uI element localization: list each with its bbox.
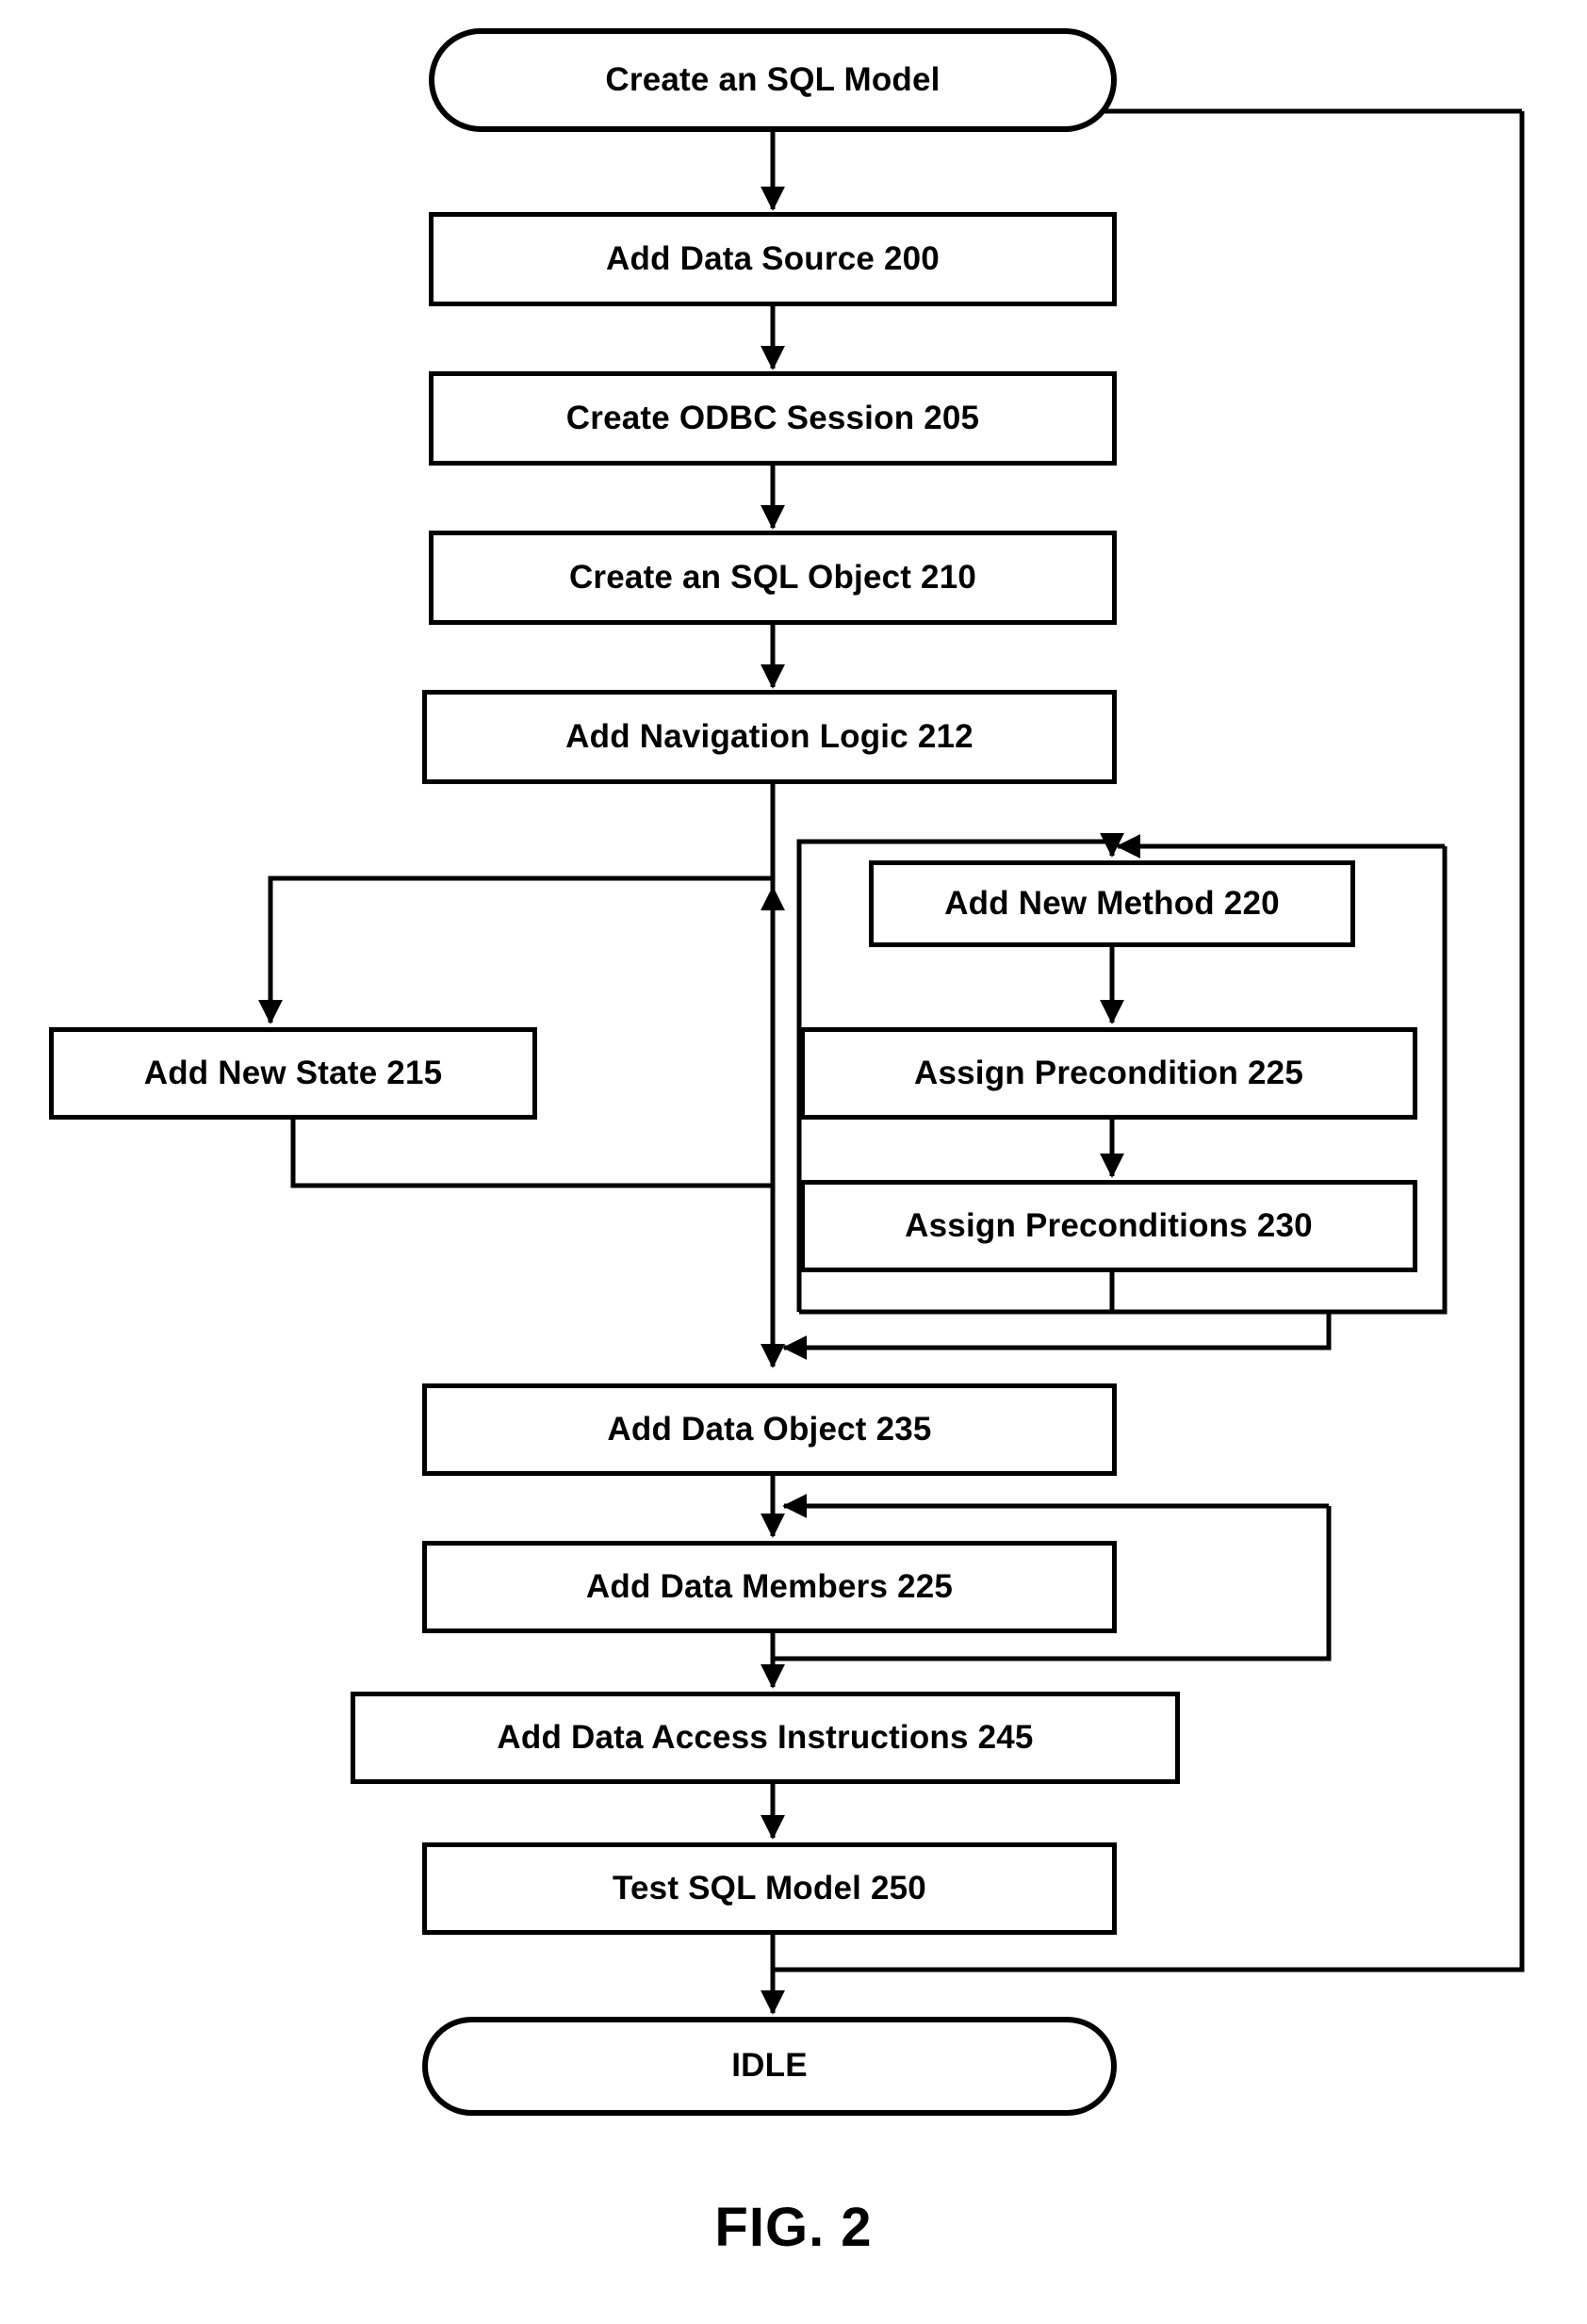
node-label: Add New State 215	[143, 1054, 443, 1091]
node-label: Assign Preconditions 230	[905, 1206, 1313, 1244]
node-idle: IDLE	[422, 2017, 1117, 2116]
node-add-data-source-200: Add Data Source 200	[429, 212, 1117, 306]
node-label: Test SQL Model 250	[613, 1869, 926, 1907]
node-add-data-access-instructions-245: Add Data Access Instructions 245	[351, 1692, 1180, 1784]
node-label: Add Navigation Logic 212	[565, 717, 973, 755]
node-create-an-sql-model: Create an SQL Model	[429, 28, 1117, 132]
node-add-new-state-215: Add New State 215	[49, 1027, 537, 1120]
node-label: IDLE	[731, 2047, 808, 2085]
edge-group-to-235	[782, 1312, 1332, 1360]
node-add-navigation-logic-212: Add Navigation Logic 212	[422, 690, 1117, 784]
node-label: Create ODBC Session 205	[565, 399, 980, 436]
figure-2-flowchart: Create an SQL Model Add Data Source 200 …	[0, 0, 1587, 2324]
node-label: Add Data Access Instructions 245	[497, 1718, 1034, 1756]
figure-caption: FIG. 2	[714, 2197, 873, 2258]
node-label: Add New Method 220	[944, 884, 1280, 922]
node-label: Create an SQL Object 210	[568, 558, 977, 596]
node-assign-precondition-225: Assign Precondition 225	[800, 1027, 1417, 1120]
edge-212-branch-to-215	[258, 876, 773, 1024]
node-label: Assign Precondition 225	[913, 1054, 1304, 1091]
node-add-data-members-225: Add Data Members 225	[422, 1541, 1117, 1633]
node-create-an-sql-object-210: Create an SQL Object 210	[429, 531, 1117, 625]
node-create-odbc-session-205: Create ODBC Session 205	[429, 371, 1117, 466]
node-add-new-method-220: Add New Method 220	[869, 860, 1355, 947]
edge-215-loopback	[290, 1120, 773, 1188]
node-add-data-object-235: Add Data Object 235	[422, 1383, 1117, 1476]
flowchart-connector-canvas	[258, 99, 1525, 2015]
node-label: Add Data Members 225	[585, 1567, 954, 1605]
node-label: Create an SQL Model	[605, 60, 941, 98]
node-assign-preconditions-230: Assign Preconditions 230	[800, 1180, 1417, 1272]
node-label: Add Data Source 200	[606, 239, 940, 277]
node-test-sql-model-250: Test SQL Model 250	[422, 1842, 1117, 1935]
node-label: Add Data Object 235	[607, 1410, 932, 1448]
